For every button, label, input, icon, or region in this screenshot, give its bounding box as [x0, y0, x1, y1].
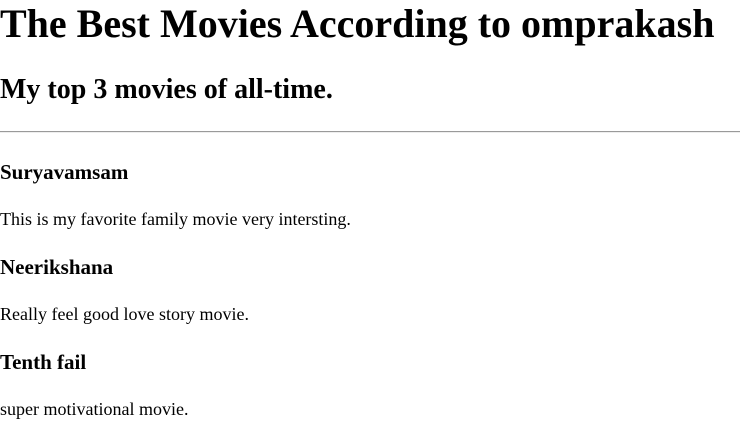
page: The Best Movies According to omprakash M… [0, 0, 740, 437]
movie-title: Neerikshana [0, 255, 114, 279]
movie-description: This is my favorite family movie very in… [0, 209, 351, 229]
page-title: The Best Movies According to omprakash [0, 1, 715, 46]
divider [0, 131, 740, 133]
movie-description: super motivational movie. [0, 399, 189, 419]
movie-description: Really feel good love story movie. [0, 304, 249, 324]
movie-entry: Tenth fail super motivational movie. [0, 350, 740, 420]
movie-entry: Suryavamsam This is my favorite family m… [0, 160, 740, 230]
movie-entry: Neerikshana Really feel good love story … [0, 255, 740, 325]
movie-title: Suryavamsam [0, 160, 129, 184]
movie-title: Tenth fail [0, 350, 87, 374]
page-subtitle: My top 3 movies of all-time. [0, 74, 333, 105]
